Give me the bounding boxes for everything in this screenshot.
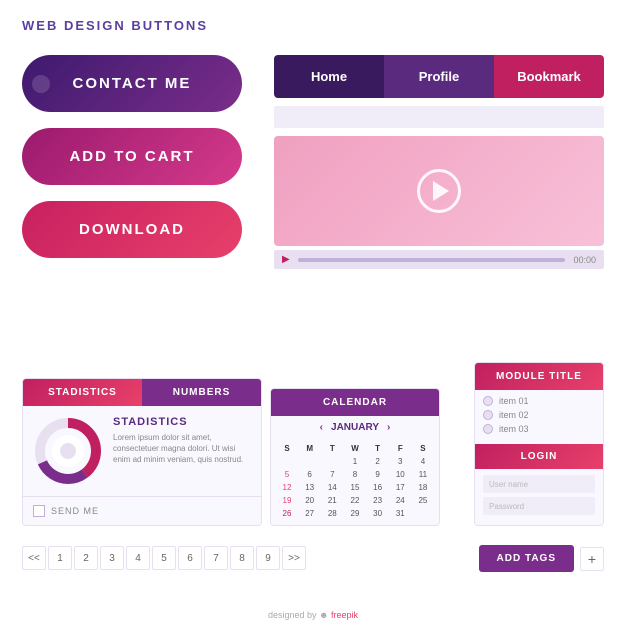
username-field[interactable]: User name	[483, 475, 595, 493]
video-progress-bar[interactable]	[298, 258, 566, 262]
module-widget: MODULE TITLE item 01 item 02 item 03 LOG…	[474, 362, 604, 526]
item-label-3: item 03	[499, 424, 529, 434]
download-button[interactable]: DOWNLOAD	[22, 201, 242, 258]
page-8[interactable]: 8	[230, 546, 254, 570]
page-title: WEB DESIGN BUTTONS	[22, 18, 604, 33]
page-5[interactable]: 5	[152, 546, 176, 570]
cal-day-s2: S	[413, 443, 433, 454]
password-placeholder: Password	[489, 502, 524, 511]
play-button[interactable]	[417, 169, 461, 213]
cal-row-4: 19 20 21 22 23 24 25	[277, 495, 433, 506]
footer: designed by ☻ freepik	[268, 610, 358, 620]
stats-body-text: Lorem ipsum dolor sit amet, consectetuer…	[113, 432, 251, 466]
prev-page-button[interactable]: <<	[22, 546, 46, 570]
contact-button[interactable]: CONTACT ME	[22, 55, 242, 112]
send-me-checkbox[interactable]	[33, 505, 45, 517]
cal-row-3: 12 13 14 15 16 17 18	[277, 482, 433, 493]
page-2[interactable]: 2	[74, 546, 98, 570]
login-section: LOGIN	[475, 444, 603, 469]
username-placeholder: User name	[489, 480, 528, 489]
cal-row-1: 1 2 3 4	[277, 456, 433, 467]
item-label-2: item 02	[499, 410, 529, 420]
page-1[interactable]: 1	[48, 546, 72, 570]
password-field[interactable]: Password	[483, 497, 595, 515]
cal-header-row: S M T W T F S	[277, 443, 433, 454]
cal-row-5: 26 27 28 29 30 31	[277, 508, 433, 519]
item-label-1: item 01	[499, 396, 529, 406]
list-item: item 01	[483, 396, 595, 406]
cal-day-w: W	[345, 443, 365, 454]
stats-body: STADISTICS Lorem ipsum dolor sit amet, c…	[23, 406, 261, 496]
cal-row-2: 5 6 7 8 9 10 11	[277, 469, 433, 480]
module-items: item 01 item 02 item 03	[475, 390, 603, 444]
next-month-button[interactable]: ›	[387, 422, 390, 433]
stats-tab-2[interactable]: NUMBERS	[142, 379, 261, 406]
pagination: << 1 2 3 4 5 6 7 8 9 >>	[22, 546, 306, 570]
send-me-label: SEND ME	[51, 506, 99, 516]
send-me-row: SEND ME	[23, 496, 261, 525]
page-3[interactable]: 3	[100, 546, 124, 570]
login-fields: User name Password	[475, 469, 603, 525]
stats-tab-1[interactable]: STADISTICS	[23, 379, 142, 406]
page-7[interactable]: 7	[204, 546, 228, 570]
module-title: MODULE TITLE	[475, 363, 603, 390]
page-9[interactable]: 9	[256, 546, 280, 570]
cal-day-t1: T	[322, 443, 342, 454]
calendar-widget: CALENDAR ‹ JANUARY › S M T W T F S	[270, 388, 440, 526]
calendar-header: CALENDAR	[271, 389, 439, 416]
cal-day-m: M	[300, 443, 320, 454]
prev-month-button[interactable]: ‹	[320, 422, 323, 433]
calendar-body: S M T W T F S 1 2 3 4	[271, 439, 439, 525]
stats-info: STADISTICS Lorem ipsum dolor sit amet, c…	[113, 416, 251, 486]
page-4[interactable]: 4	[126, 546, 150, 570]
nav-home[interactable]: Home	[274, 55, 384, 98]
button-group: CONTACT ME ADD TO CART DOWNLOAD	[22, 55, 252, 258]
month-label: JANUARY	[331, 422, 379, 433]
video-controls: ▶ 00:00	[274, 250, 604, 269]
donut-chart	[33, 416, 103, 486]
add-tags-section: ADD TAGS +	[479, 545, 604, 572]
video-time: 00:00	[573, 255, 596, 265]
cal-day-f: F	[390, 443, 410, 454]
item-dot	[483, 396, 493, 406]
addcart-button[interactable]: ADD TO CART	[22, 128, 242, 185]
stats-tabs: STADISTICS NUMBERS	[23, 379, 261, 406]
video-player	[274, 136, 604, 246]
list-item: item 03	[483, 424, 595, 434]
video-play-small-icon[interactable]: ▶	[282, 254, 290, 265]
stats-title: STADISTICS	[113, 416, 251, 428]
page-6[interactable]: 6	[178, 546, 202, 570]
cal-day-s1: S	[277, 443, 297, 454]
cal-day-t2: T	[368, 443, 388, 454]
right-panel: Home Profile Bookmark ▶ 00:00	[274, 55, 604, 269]
calendar-month: ‹ JANUARY ›	[271, 416, 439, 439]
play-icon	[433, 181, 449, 201]
nav-tabs: Home Profile Bookmark	[274, 55, 604, 98]
list-item: item 02	[483, 410, 595, 420]
nav-profile[interactable]: Profile	[384, 55, 494, 98]
add-tags-button[interactable]: ADD TAGS	[479, 545, 574, 572]
stats-widget: STADISTICS NUMBERS STADISTICS Lorem ipsu…	[22, 378, 262, 526]
plus-button[interactable]: +	[580, 547, 604, 571]
footer-brand: freepik	[331, 610, 358, 620]
item-dot	[483, 410, 493, 420]
next-page-button[interactable]: >>	[282, 546, 306, 570]
nav-bookmark[interactable]: Bookmark	[494, 55, 604, 98]
nav-content-bar	[274, 106, 604, 128]
item-dot	[483, 424, 493, 434]
